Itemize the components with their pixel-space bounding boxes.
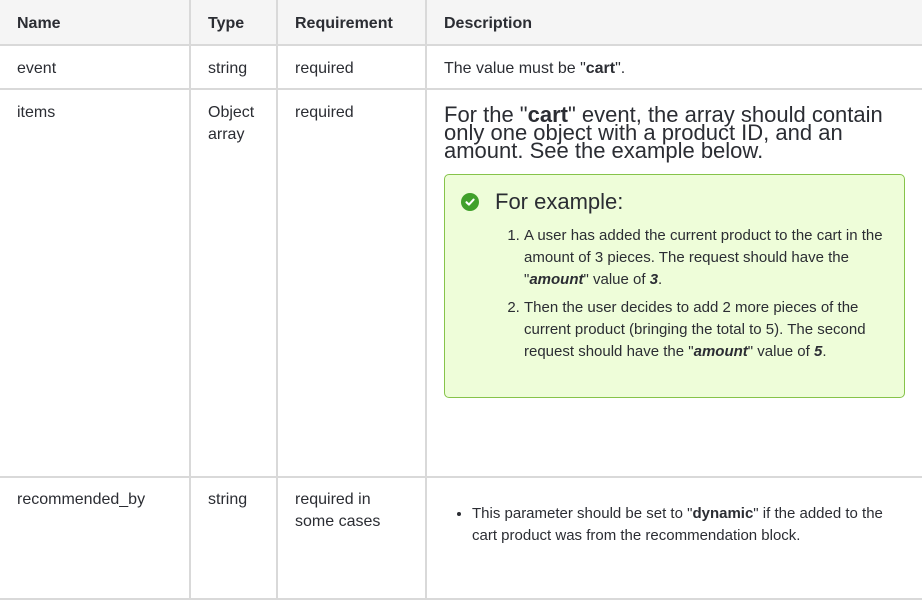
check-circle-icon xyxy=(461,193,479,211)
description-list: This parameter should be set to "dynamic… xyxy=(444,503,906,547)
column-header-description: Description xyxy=(426,0,922,46)
param-requirement: required in some cases xyxy=(295,491,381,530)
items-lead-text: For the "cart" event, the array should c… xyxy=(444,102,883,163)
example-list: A user has added the current product to … xyxy=(461,225,892,363)
param-description: For the "cart" event, the array should c… xyxy=(427,90,922,398)
column-header-requirement: Requirement xyxy=(277,0,427,46)
table-row: event string required The value must be … xyxy=(0,45,922,90)
column-header-type: Type xyxy=(190,0,278,46)
param-requirement: required xyxy=(295,104,354,121)
table-header-row: Name Type Requirement Description xyxy=(0,0,922,46)
param-type: string xyxy=(208,60,248,77)
parameters-table: Name Type Requirement Description event … xyxy=(0,0,922,600)
example-callout: For example: A user has added the curren… xyxy=(444,174,905,398)
column-header-name: Name xyxy=(0,0,191,46)
table-row: items Object array required For the "cart… xyxy=(0,89,922,478)
param-requirement: required xyxy=(295,60,354,77)
list-item: Then the user decides to add 2 more piec… xyxy=(524,297,892,363)
param-description: The value must be "cart". xyxy=(444,60,626,77)
list-item: This parameter should be set to "dynamic… xyxy=(472,503,906,547)
list-item: A user has added the current product to … xyxy=(524,225,892,291)
param-type: string xyxy=(208,491,248,508)
param-name: event xyxy=(17,60,57,77)
param-name: items xyxy=(17,104,56,121)
callout-title: For example: xyxy=(495,189,624,214)
param-name: recommended_by xyxy=(17,491,146,508)
param-type: Object array xyxy=(208,104,255,143)
table-row: recommended_by string required in some ca… xyxy=(0,477,922,600)
param-description: This parameter should be set to "dynamic… xyxy=(427,478,922,547)
